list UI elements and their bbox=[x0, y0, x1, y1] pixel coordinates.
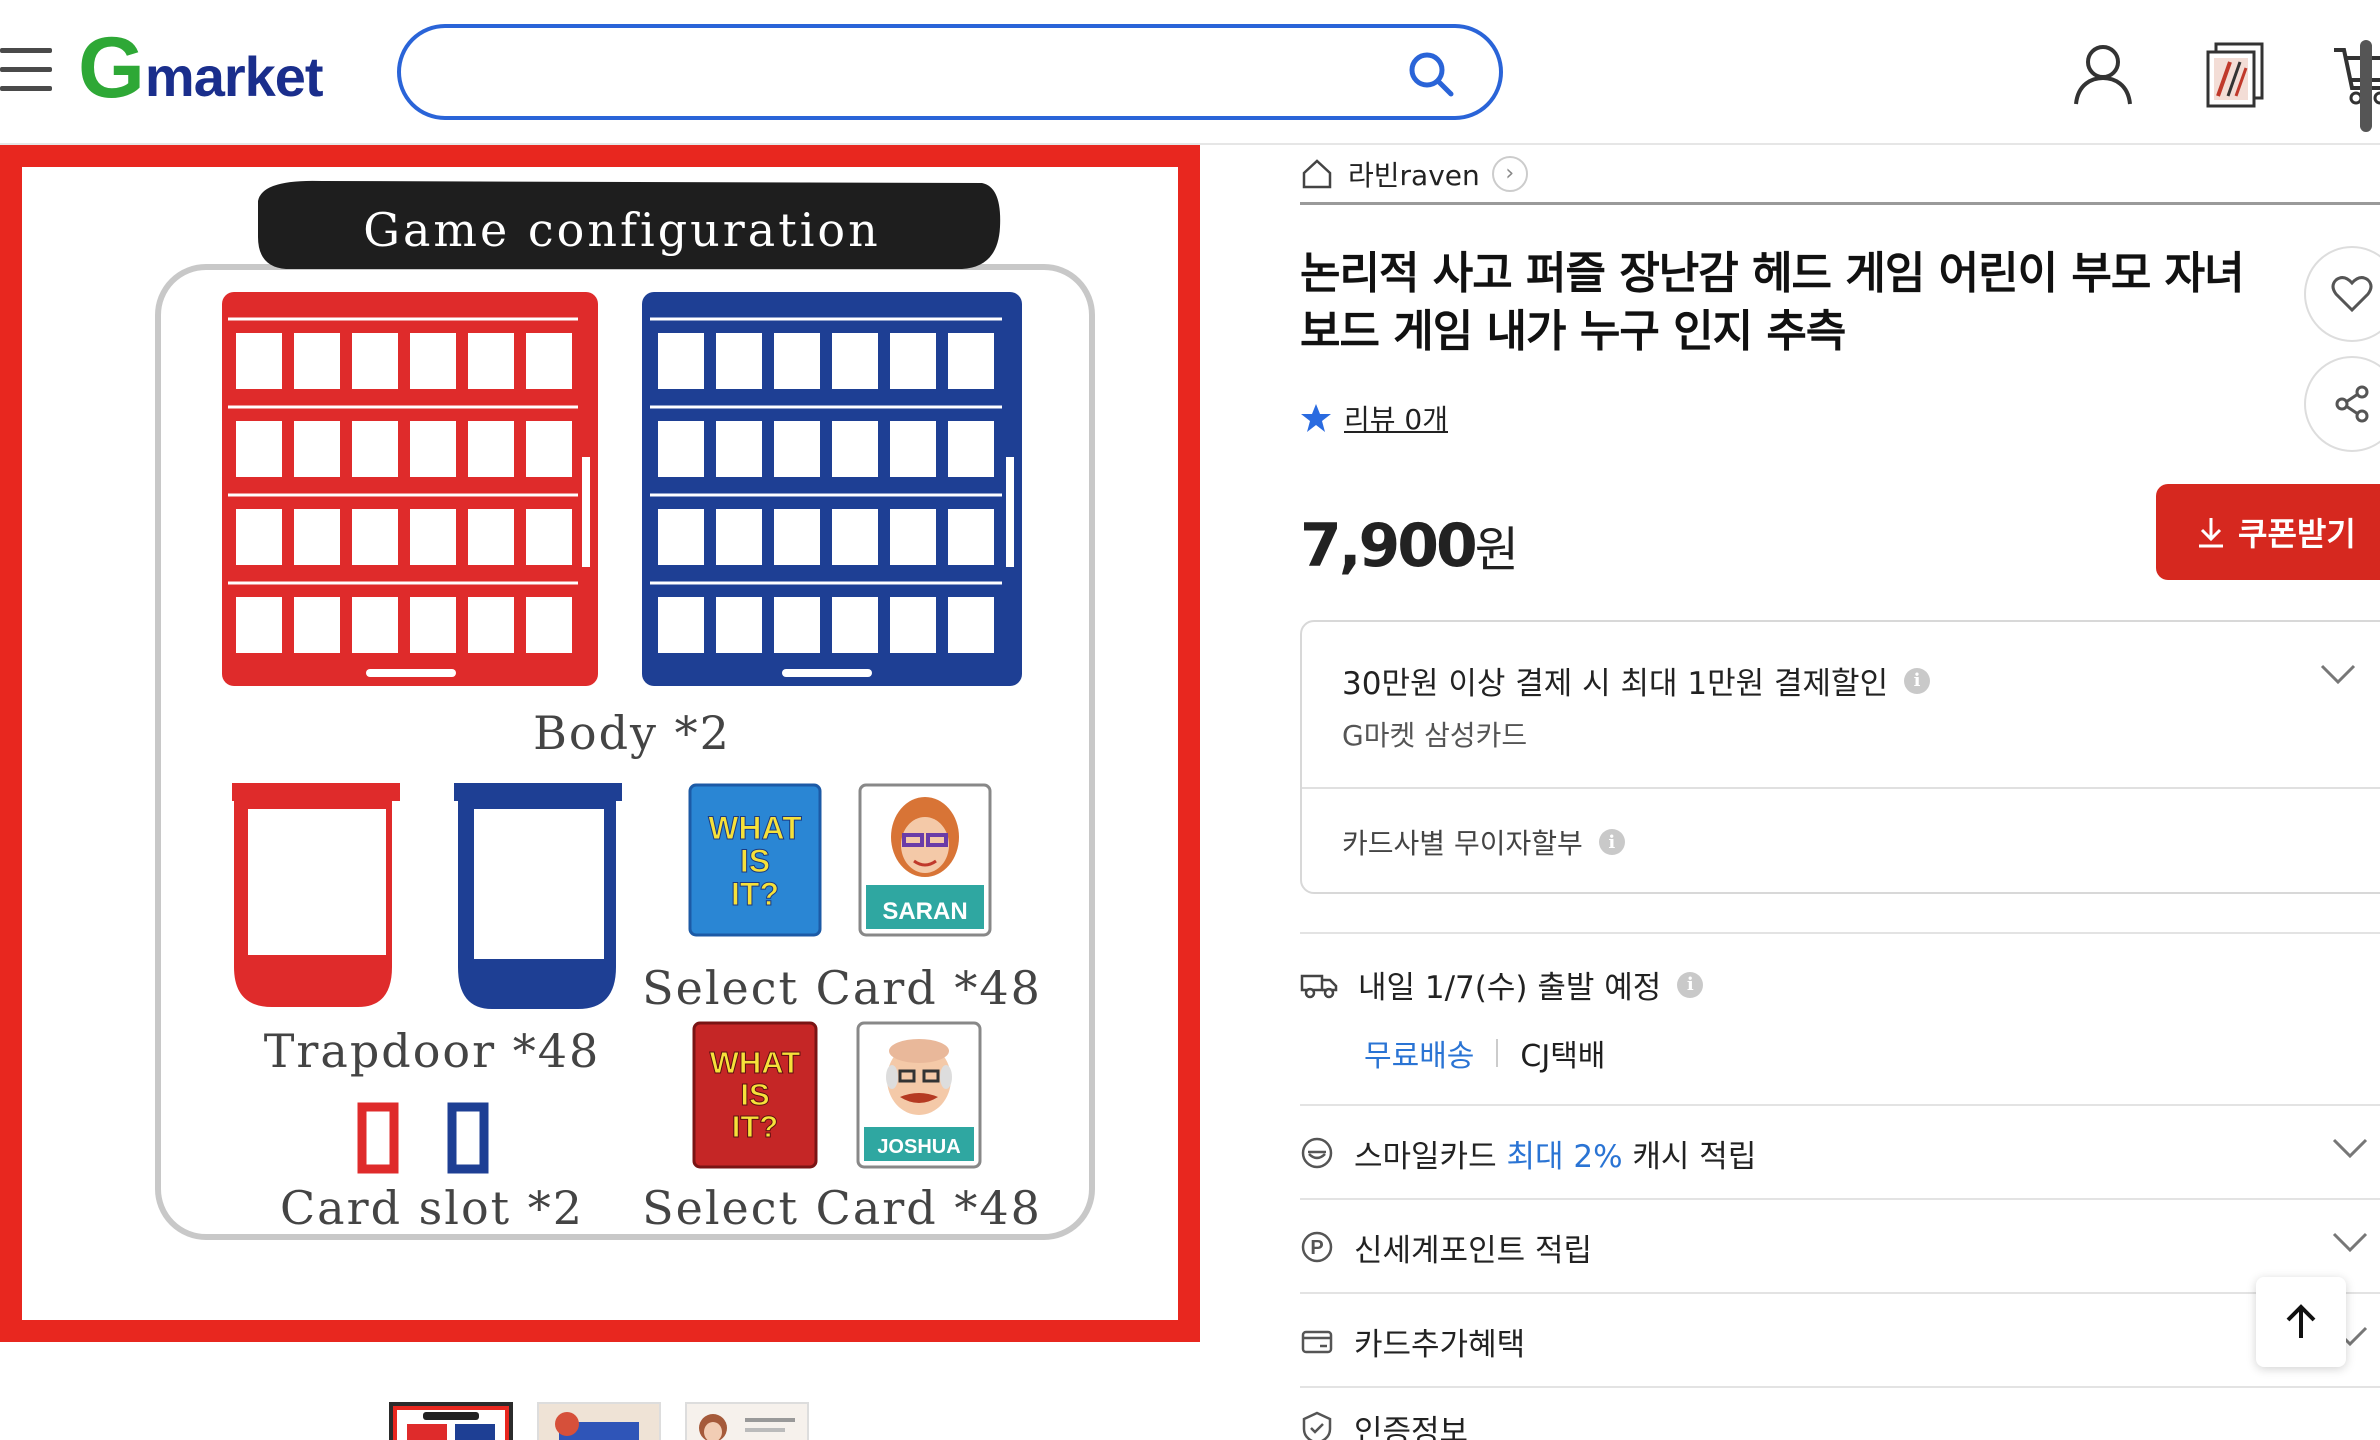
share-button[interactable] bbox=[2304, 356, 2380, 452]
thumbnail-strip bbox=[389, 1402, 809, 1440]
installment-label: 카드사별 무이자할부 bbox=[1342, 827, 1583, 860]
shop-icon bbox=[1302, 158, 1332, 188]
promo-divider bbox=[1302, 787, 2380, 789]
logo-text: market bbox=[144, 45, 324, 108]
section-divider bbox=[1300, 932, 2380, 934]
chevron-down-icon[interactable] bbox=[2330, 1230, 2370, 1254]
svg-text:P: P bbox=[1310, 1237, 1323, 1259]
shinsegae-point-row[interactable]: P 신세계포인트 적립 bbox=[1300, 1200, 2380, 1294]
shipping-separator bbox=[1496, 1039, 1499, 1067]
saran-label: SARAN bbox=[882, 898, 967, 925]
download-icon bbox=[2199, 518, 2223, 548]
seller-chevron-icon[interactable]: › bbox=[1491, 155, 1528, 192]
thumbnail-2[interactable] bbox=[537, 1402, 661, 1440]
card-slot-label: Card slot *2 bbox=[280, 1181, 584, 1235]
site-header: Gmarket bbox=[0, 0, 2380, 145]
seller-row[interactable]: 라빈raven › bbox=[1300, 145, 2380, 205]
point-icon: P bbox=[1301, 1231, 1333, 1263]
search-input[interactable] bbox=[441, 44, 1381, 100]
cart-icon[interactable] bbox=[2330, 38, 2380, 108]
promo-title-row[interactable]: 30만원 이상 결제 시 최대 1만원 결제할인 i bbox=[1342, 658, 1931, 703]
departure-text: 내일 1/7(수) 출발 예정 bbox=[1358, 970, 1662, 1006]
thumbnail-3[interactable] bbox=[685, 1402, 809, 1440]
product-price: 7,900원 bbox=[1300, 510, 1519, 581]
smilecard-label: 스마일카드 최대 2% 캐시 적립 bbox=[1354, 1138, 1757, 1175]
select-card-label-2: Select Card *48 bbox=[642, 1181, 1042, 1235]
star-icon bbox=[1301, 404, 1331, 432]
svg-text:IT?: IT? bbox=[731, 876, 779, 912]
product-title: 논리적 사고 퍼즐 장난감 헤드 게임 어린이 부모 자녀 보드 게임 내가 누… bbox=[1300, 248, 2245, 357]
wishlist-button[interactable] bbox=[2304, 246, 2380, 342]
arrow-up-icon bbox=[2286, 1304, 2316, 1338]
svg-text:IS: IS bbox=[740, 1077, 769, 1112]
shipping-method-row: 무료배송 CJ택배 bbox=[1364, 1031, 1703, 1075]
shipping-section: 내일 1/7(수) 출발 예정 i 무료배송 CJ택배 bbox=[1300, 962, 1704, 1075]
game-configuration-illustration: Game configuration Body *2 Trapdoor *48 … bbox=[155, 180, 1095, 1240]
installment-info-icon[interactable]: i bbox=[1598, 829, 1625, 855]
gmarket-logo[interactable]: Gmarket bbox=[78, 20, 324, 116]
heart-icon bbox=[2331, 276, 2373, 313]
price-unit: 원 bbox=[1474, 522, 1519, 578]
svg-text:IT?: IT? bbox=[732, 1109, 779, 1144]
what-is-it-blue: WHAT bbox=[708, 810, 802, 846]
what-is-it-red: WHAT bbox=[710, 1045, 801, 1080]
card-benefit-label: 카드추가혜택 bbox=[1354, 1326, 1526, 1363]
config-header-label: Game configuration bbox=[363, 203, 880, 257]
payment-promo-box: 30만원 이상 결제 시 최대 1만원 결제할인 i G마켓 삼성카드 카드사별… bbox=[1300, 620, 2380, 894]
select-card-label-1: Select Card *48 bbox=[642, 961, 1042, 1015]
body-label: Body *2 bbox=[533, 706, 731, 760]
review-link[interactable]: 리뷰 0개 bbox=[1300, 398, 1448, 438]
certification-row[interactable]: 인증정보 bbox=[1300, 1388, 2380, 1440]
scroll-to-top-button[interactable] bbox=[2256, 1277, 2346, 1367]
share-icon bbox=[2335, 385, 2369, 423]
shipping-info-icon[interactable]: i bbox=[1677, 971, 1704, 998]
shinsegae-point-label: 신세계포인트 적립 bbox=[1354, 1232, 1593, 1269]
search-bar bbox=[397, 24, 1503, 120]
recent-items-icon[interactable] bbox=[2200, 38, 2270, 108]
logo-g: G bbox=[78, 20, 145, 116]
joshua-label: JOSHUA bbox=[877, 1136, 960, 1158]
certification-label: 인증정보 bbox=[1354, 1413, 1469, 1440]
carrier-label: CJ택배 bbox=[1520, 1039, 1606, 1074]
coupon-download-button[interactable]: 쿠폰받기 bbox=[2156, 484, 2380, 580]
shipping-date-row: 내일 1/7(수) 출발 예정 i bbox=[1300, 962, 1704, 1007]
thumbnail-1[interactable] bbox=[389, 1402, 513, 1440]
product-page: Gmarket Game configuration Body *2 Trapd… bbox=[0, 0, 2380, 1440]
seller-name[interactable]: 라빈raven bbox=[1348, 154, 1480, 194]
info-icon[interactable]: i bbox=[1904, 667, 1931, 694]
free-shipping-label: 무료배송 bbox=[1364, 1039, 1475, 1074]
scrollbar-thumb[interactable] bbox=[2360, 40, 2372, 132]
truck-icon bbox=[1300, 974, 1338, 998]
main-product-image[interactable]: Game configuration Body *2 Trapdoor *48 … bbox=[0, 145, 1200, 1342]
card-icon bbox=[1301, 1330, 1333, 1354]
coupon-label: 쿠폰받기 bbox=[2238, 515, 2356, 553]
chevron-down-icon[interactable] bbox=[2330, 1136, 2370, 1160]
menu-icon[interactable] bbox=[0, 48, 52, 92]
promo-title: 30만원 이상 결제 시 최대 1만원 결제할인 bbox=[1342, 666, 1889, 702]
smilecard-benefit-row[interactable]: 스마일카드 최대 2% 캐시 적립 bbox=[1300, 1106, 2380, 1200]
price-number: 7,900 bbox=[1300, 511, 1478, 581]
shield-check-icon bbox=[1302, 1411, 1332, 1440]
user-icon[interactable] bbox=[2068, 38, 2138, 108]
promo-card-name: G마켓 삼성카드 bbox=[1342, 719, 1528, 752]
card-benefit-row[interactable]: 카드추가혜택 bbox=[1300, 1294, 2380, 1388]
smile-icon bbox=[1301, 1137, 1333, 1169]
review-count[interactable]: 리뷰 0개 bbox=[1344, 398, 1448, 438]
installment-row[interactable]: 카드사별 무이자할부 i bbox=[1342, 822, 1625, 862]
trapdoor-label: Trapdoor *48 bbox=[264, 1024, 601, 1078]
search-icon[interactable] bbox=[1405, 48, 1457, 100]
chevron-down-icon[interactable] bbox=[2318, 662, 2358, 686]
svg-text:IS: IS bbox=[740, 843, 770, 879]
